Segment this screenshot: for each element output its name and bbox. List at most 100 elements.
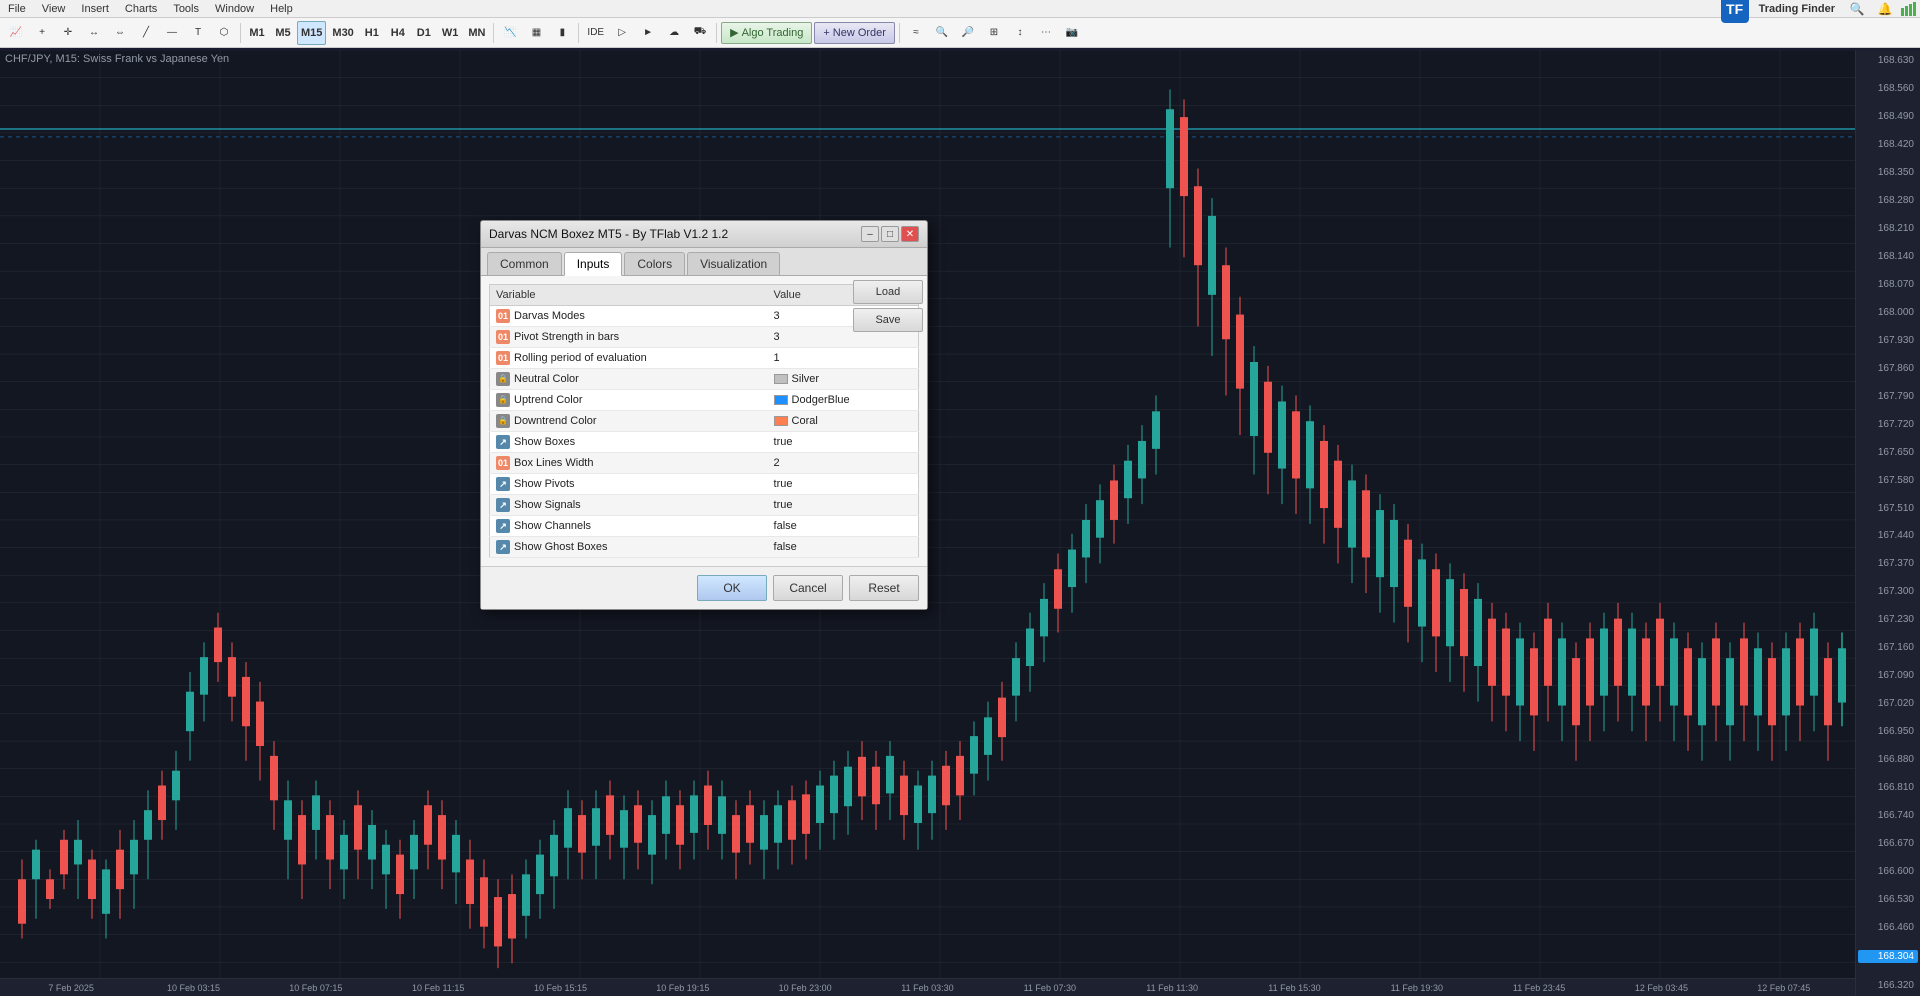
param-value-cell[interactable]: 2	[768, 453, 919, 474]
menu-help[interactable]: Help	[266, 3, 297, 15]
param-value-cell[interactable]: true	[768, 432, 919, 453]
param-value-cell[interactable]: Coral	[768, 411, 919, 432]
time-13: 12 Feb 03:45	[1600, 983, 1722, 993]
table-row[interactable]: 🔒Uptrend ColorDodgerBlue	[490, 390, 919, 411]
menu-insert[interactable]: Insert	[77, 3, 113, 15]
table-row[interactable]: ↗Show Pivotstrue	[490, 474, 919, 495]
ok-button[interactable]: OK	[697, 575, 767, 601]
bar2	[1905, 6, 1908, 16]
dialog-content: Variable Value 01Darvas Modes301Pivot St…	[481, 276, 927, 566]
param-variable-cell: 01Rolling period of evaluation	[490, 348, 768, 369]
crosshair-button[interactable]: ✛	[56, 21, 80, 45]
notification-button[interactable]: 🔔	[1873, 0, 1897, 21]
price-167020: 167.020	[1858, 698, 1918, 709]
indicators-button[interactable]: ≈	[904, 21, 928, 45]
chart-options-button[interactable]: ⋯	[1034, 21, 1058, 45]
price-166950: 166.950	[1858, 726, 1918, 737]
horizontal-line-button[interactable]: —	[160, 21, 184, 45]
tf-m1[interactable]: M1	[245, 21, 269, 45]
cancel-button[interactable]: Cancel	[773, 575, 843, 601]
script2-button[interactable]: ►	[636, 21, 660, 45]
param-value-cell[interactable]: true	[768, 495, 919, 516]
bar-chart-button[interactable]: ▦	[524, 21, 548, 45]
tab-inputs[interactable]: Inputs	[564, 252, 623, 276]
param-value-cell[interactable]: true	[768, 474, 919, 495]
new-order-button[interactable]: + New Order	[814, 22, 895, 44]
price-166530: 166.530	[1858, 894, 1918, 905]
scroll-button[interactable]: ⇔	[108, 21, 132, 45]
draw-line-button[interactable]: ╱	[134, 21, 158, 45]
row-type-icon: ↗	[496, 498, 510, 512]
table-row[interactable]: ↗Show Ghost Boxesfalse	[490, 537, 919, 558]
market-button[interactable]: ⛟	[688, 21, 712, 45]
text-button[interactable]: T	[186, 21, 210, 45]
tf-h1[interactable]: H1	[360, 21, 384, 45]
grid-button[interactable]: ⊞	[982, 21, 1006, 45]
shapes-button[interactable]: ⬡	[212, 21, 236, 45]
table-row[interactable]: 🔒Neutral ColorSilver	[490, 369, 919, 390]
time-1: 10 Feb 03:15	[132, 983, 254, 993]
dialog-minimize-button[interactable]: –	[861, 226, 879, 242]
tf-d1[interactable]: D1	[412, 21, 436, 45]
table-row[interactable]: 🔒Downtrend ColorCoral	[490, 411, 919, 432]
table-row[interactable]: 01Rolling period of evaluation1	[490, 348, 919, 369]
time-12: 11 Feb 23:45	[1478, 983, 1600, 993]
dialog-controls: – □ ✕	[861, 226, 919, 242]
tab-visualization[interactable]: Visualization	[687, 252, 780, 275]
algo-play-icon: ▶	[730, 26, 738, 39]
zoom-in2-button[interactable]: 🔎	[956, 21, 980, 45]
menu-file[interactable]: File	[4, 3, 30, 15]
param-value-cell[interactable]: DodgerBlue	[768, 390, 919, 411]
table-row[interactable]: ↗Show Channelsfalse	[490, 516, 919, 537]
tf-m30[interactable]: M30	[328, 21, 357, 45]
menu-tools[interactable]: Tools	[169, 3, 203, 15]
param-value-cell[interactable]: false	[768, 516, 919, 537]
save-button[interactable]: Save	[853, 308, 923, 332]
tf-m5[interactable]: M5	[271, 21, 295, 45]
row-type-icon: 🔒	[496, 372, 510, 386]
screenshot-button[interactable]: 📷	[1060, 21, 1084, 45]
tab-colors[interactable]: Colors	[624, 252, 685, 275]
price-168560: 168.560	[1858, 83, 1918, 94]
dialog-maximize-button[interactable]: □	[881, 226, 899, 242]
algo-trading-label: Algo Trading	[742, 27, 804, 39]
ide-button[interactable]: IDE	[583, 21, 608, 45]
color-swatch	[774, 374, 788, 384]
script-button[interactable]: ▷	[610, 21, 634, 45]
dialog-titlebar[interactable]: Darvas NCM Boxez MT5 - By TFlab V1.2 1.2…	[481, 221, 927, 248]
cloud-button[interactable]: ☁	[662, 21, 686, 45]
search-button[interactable]: 🔍	[1845, 0, 1869, 21]
table-row[interactable]: 01Box Lines Width2	[490, 453, 919, 474]
dialog-close-button[interactable]: ✕	[901, 226, 919, 242]
zoom-out-button[interactable]: 🔍	[930, 21, 954, 45]
tf-w1[interactable]: W1	[438, 21, 463, 45]
algo-trading-button[interactable]: ▶ Algo Trading	[721, 22, 812, 44]
param-value-cell[interactable]: Silver	[768, 369, 919, 390]
param-variable-cell: ↗Show Pivots	[490, 474, 768, 495]
tab-common[interactable]: Common	[487, 252, 562, 275]
reset-button[interactable]: Reset	[849, 575, 919, 601]
new-chart-button[interactable]: 📈	[4, 21, 28, 45]
tf-h4[interactable]: H4	[386, 21, 410, 45]
menu-view[interactable]: View	[38, 3, 70, 15]
candle-chart-button[interactable]: ▮	[550, 21, 574, 45]
volume-button[interactable]: ↕	[1008, 21, 1032, 45]
tf-mn[interactable]: MN	[464, 21, 489, 45]
table-row[interactable]: ↗Show Signalstrue	[490, 495, 919, 516]
battery-indicator	[1901, 2, 1916, 16]
param-value-cell[interactable]: false	[768, 537, 919, 558]
load-button[interactable]: Load	[853, 280, 923, 304]
price-167160: 167.160	[1858, 642, 1918, 653]
zoom-in-button[interactable]: ↔	[82, 21, 106, 45]
line-chart-button[interactable]: 📉	[498, 21, 522, 45]
menu-charts[interactable]: Charts	[121, 3, 161, 15]
add-button[interactable]: +	[30, 21, 54, 45]
menu-window[interactable]: Window	[211, 3, 258, 15]
bar4	[1913, 2, 1916, 16]
table-row[interactable]: ↗Show Boxestrue	[490, 432, 919, 453]
separator-3	[578, 23, 579, 43]
indicator-settings-dialog[interactable]: Darvas NCM Boxez MT5 - By TFlab V1.2 1.2…	[480, 220, 928, 610]
param-value-cell[interactable]: 1	[768, 348, 919, 369]
param-variable-cell: ↗Show Boxes	[490, 432, 768, 453]
tf-m15[interactable]: M15	[297, 21, 326, 45]
